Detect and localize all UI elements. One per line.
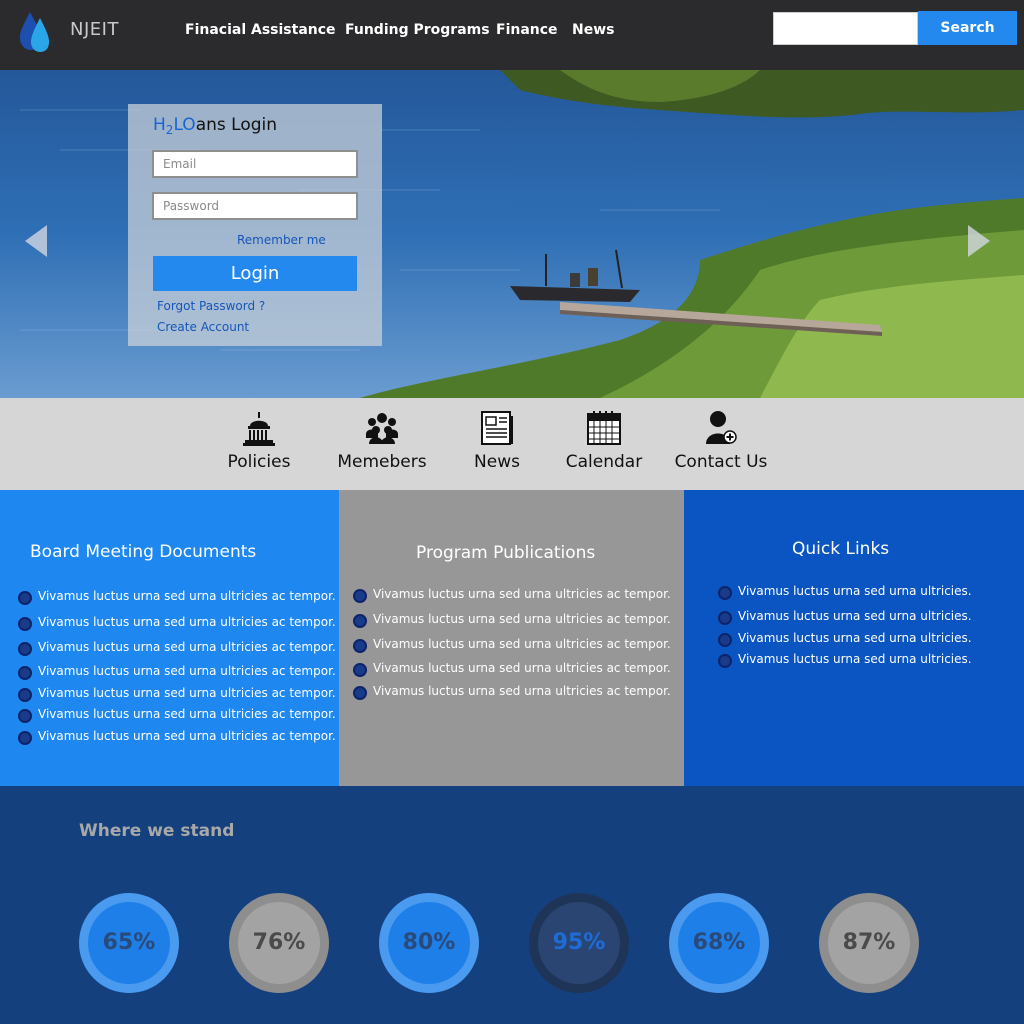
iconbar-item-contact-us[interactable]: Contact Us	[674, 410, 768, 472]
where-we-stand-section: Where we stand 65% 76% 80% 95% 68% 87%	[0, 786, 1024, 1024]
progress-ring-value: 76%	[252, 930, 306, 955]
iconbar-item-news[interactable]: News	[473, 410, 521, 472]
list-item[interactable]: Vivamus luctus urna sed urna ultricies a…	[353, 661, 671, 684]
progress-ring-value: 68%	[692, 930, 746, 955]
nav-finance[interactable]: Finance	[496, 22, 558, 38]
list-item[interactable]: Vivamus luctus urna sed urna ultricies a…	[18, 589, 336, 615]
list-item[interactable]: Vivamus luctus urna sed urna ultricies a…	[353, 587, 671, 612]
login-panel: H2LOans Login Remember me Login Forgot P…	[128, 104, 382, 346]
list-item[interactable]: Vivamus luctus urna sed urna ultricies a…	[18, 615, 336, 640]
newspaper-icon	[481, 411, 513, 445]
nav-news[interactable]: News	[572, 22, 614, 38]
list-item[interactable]: Vivamus luctus urna sed urna ultricies a…	[18, 664, 336, 686]
water-drop-logo-icon	[20, 12, 49, 52]
progress-ring: 76%	[229, 893, 329, 993]
brand-name: NJEIT	[70, 19, 119, 40]
iconbar-label-contact-us: Contact Us	[674, 452, 768, 472]
progress-ring-value: 95%	[552, 930, 606, 955]
login-title: H2LOans Login	[153, 115, 277, 137]
program-publications-panel: Program Publications Vivamus luctus urna…	[339, 490, 684, 786]
progress-ring: 80%	[379, 893, 479, 993]
list-item[interactable]: Vivamus luctus urna sed urna ultricies.	[718, 584, 972, 609]
stats-title: Where we stand	[79, 821, 235, 841]
progress-ring-value: 65%	[102, 930, 156, 955]
forgot-password-link[interactable]: Forgot Password ?	[157, 299, 265, 313]
calendar-icon	[587, 411, 621, 445]
hero-slider: H2LOans Login Remember me Login Forgot P…	[0, 70, 1024, 398]
quick-links-list: Vivamus luctus urna sed urna ultricies. …	[718, 584, 972, 674]
iconbar-label-policies: Policies	[227, 452, 291, 472]
progress-ring-value: 87%	[842, 930, 896, 955]
list-item[interactable]: Vivamus luctus urna sed urna ultricies a…	[18, 729, 336, 751]
progress-ring: 68%	[669, 893, 769, 993]
iconbar-label-news: News	[474, 452, 520, 472]
board-meeting-documents-list: Vivamus luctus urna sed urna ultricies a…	[18, 589, 336, 751]
password-field[interactable]	[152, 192, 358, 220]
iconbar-item-members[interactable]: Memebers	[336, 410, 428, 472]
quick-icon-bar: Policies Memebers News Calendar Contact …	[0, 398, 1024, 490]
progress-ring: 95%	[529, 893, 629, 993]
nav-funding-programs[interactable]: Funding Programs	[345, 22, 490, 38]
create-account-link[interactable]: Create Account	[157, 320, 249, 334]
list-item[interactable]: Vivamus luctus urna sed urna ultricies a…	[18, 640, 336, 664]
remember-me-link[interactable]: Remember me	[237, 233, 326, 247]
iconbar-item-policies[interactable]: Policies	[226, 410, 292, 472]
top-header: NJEIT Finacial Assistance Funding Progra…	[0, 0, 1024, 70]
quick-links-title: Quick Links	[792, 539, 890, 559]
iconbar-label-calendar: Calendar	[565, 452, 643, 472]
list-item[interactable]: Vivamus luctus urna sed urna ultricies.	[718, 631, 972, 652]
slider-prev-arrow-icon[interactable]	[25, 225, 47, 257]
iconbar-label-members: Memebers	[337, 452, 427, 472]
board-meeting-documents-title: Board Meeting Documents	[30, 542, 257, 562]
program-publications-list: Vivamus luctus urna sed urna ultricies a…	[353, 587, 671, 706]
contact-add-icon	[706, 411, 737, 444]
list-item[interactable]: Vivamus luctus urna sed urna ultricies.	[718, 609, 972, 631]
nav-financial-assistance[interactable]: Finacial Assistance	[185, 22, 336, 38]
search-input[interactable]	[773, 12, 918, 45]
list-item[interactable]: Vivamus luctus urna sed urna ultricies a…	[353, 684, 671, 706]
slider-next-arrow-icon[interactable]	[968, 225, 990, 257]
login-title-lo: LO	[173, 115, 196, 135]
board-meeting-documents-panel: Board Meeting Documents Vivamus luctus u…	[0, 490, 339, 786]
login-title-h: H	[153, 115, 166, 135]
list-item[interactable]: Vivamus luctus urna sed urna ultricies a…	[353, 612, 671, 637]
list-item[interactable]: Vivamus luctus urna sed urna ultricies a…	[18, 707, 336, 729]
login-title-rest: ans Login	[195, 115, 278, 135]
iconbar-item-calendar[interactable]: Calendar	[565, 410, 643, 472]
progress-ring-value: 80%	[402, 930, 456, 955]
progress-ring: 65%	[79, 893, 179, 993]
email-field[interactable]	[152, 150, 358, 178]
list-item[interactable]: Vivamus luctus urna sed urna ultricies a…	[353, 637, 671, 661]
group-icon	[366, 413, 398, 444]
search-button[interactable]: Search	[918, 11, 1017, 45]
quick-links-panel: Quick Links Vivamus luctus urna sed urna…	[684, 490, 1024, 786]
list-item[interactable]: Vivamus luctus urna sed urna ultricies a…	[18, 686, 336, 707]
progress-ring: 87%	[819, 893, 919, 993]
program-publications-title: Program Publications	[416, 543, 596, 563]
login-button[interactable]: Login	[153, 256, 357, 291]
list-item[interactable]: Vivamus luctus urna sed urna ultricies.	[718, 652, 972, 674]
capitol-icon	[243, 412, 275, 446]
